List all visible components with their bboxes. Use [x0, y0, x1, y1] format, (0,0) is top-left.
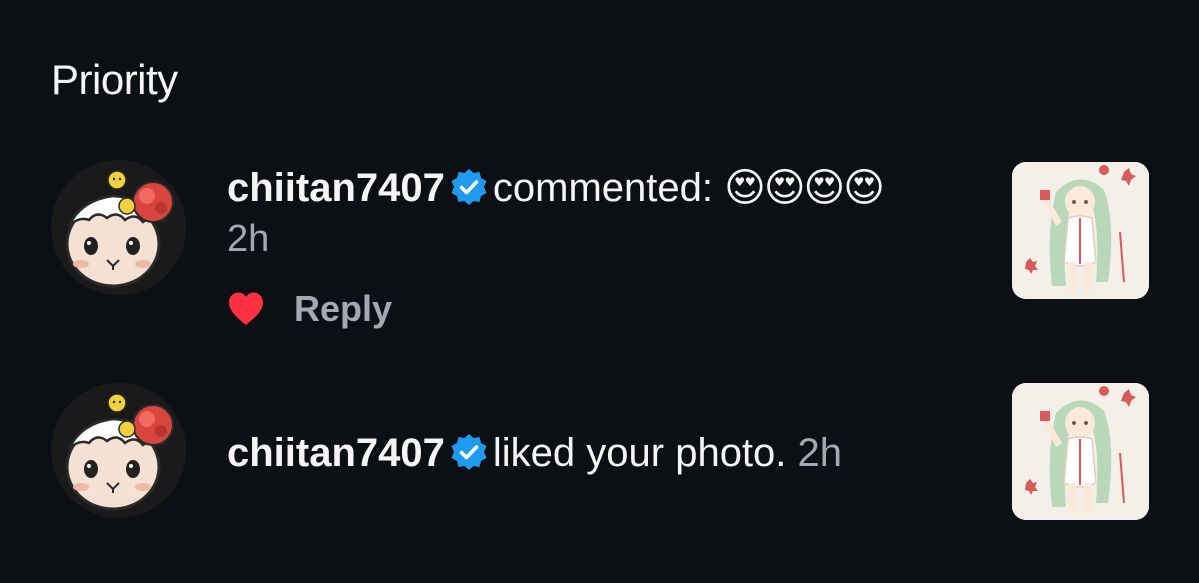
- heart-icon[interactable]: [227, 291, 265, 327]
- anime-girl-illustration-icon: [1012, 162, 1149, 299]
- comment-actions: Reply: [227, 288, 949, 330]
- notification-like[interactable]: chiitan7407 liked your photo. 2h: [0, 383, 1199, 523]
- action-text: liked your photo.: [492, 431, 787, 475]
- action-text: commented:: [492, 166, 713, 210]
- notification-text: chiitan7407 commented: 😍😍😍😍: [227, 160, 949, 216]
- anime-girl-illustration-icon: [1012, 383, 1149, 520]
- comment-emojis: 😍😍😍😍: [724, 166, 885, 210]
- timestamp: 2h: [797, 431, 843, 475]
- reply-button[interactable]: Reply: [294, 288, 392, 330]
- post-thumbnail[interactable]: [1012, 383, 1149, 520]
- bear-mascot-avatar-icon: [51, 383, 186, 518]
- notification-content: chiitan7407 commented: 😍😍😍😍 2h Reply: [227, 160, 949, 330]
- avatar[interactable]: [51, 160, 186, 295]
- avatar[interactable]: [51, 383, 186, 518]
- timestamp: 2h: [227, 218, 270, 260]
- verified-badge-icon: [451, 169, 487, 205]
- notification-text: chiitan7407 liked your photo. 2h: [227, 425, 949, 481]
- username[interactable]: chiitan7407: [227, 431, 445, 475]
- post-thumbnail[interactable]: [1012, 162, 1149, 299]
- notification-content: chiitan7407 liked your photo. 2h: [227, 425, 949, 481]
- bear-mascot-avatar-icon: [51, 160, 186, 295]
- section-title: Priority: [51, 56, 178, 103]
- notification-comment[interactable]: chiitan7407 commented: 😍😍😍😍 2h Reply: [0, 160, 1199, 350]
- verified-badge-icon: [451, 434, 487, 470]
- username[interactable]: chiitan7407: [227, 166, 445, 210]
